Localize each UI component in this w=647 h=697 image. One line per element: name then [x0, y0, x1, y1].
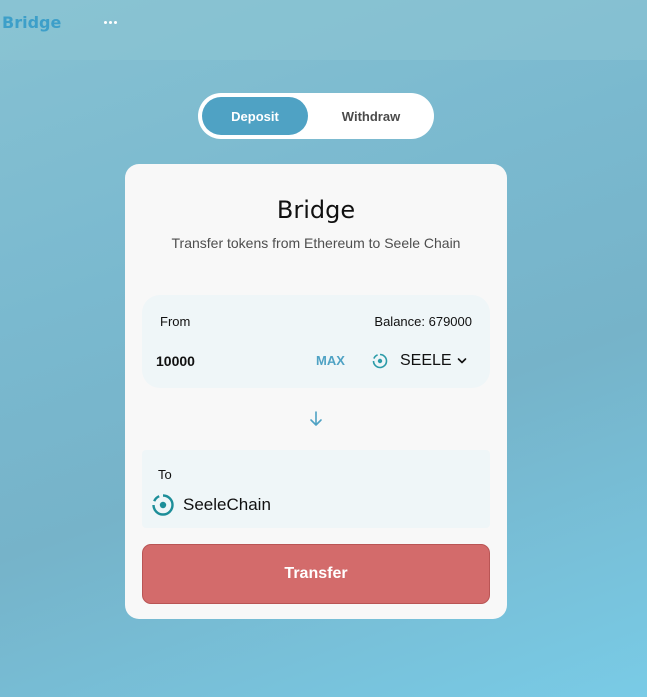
card-title: Bridge: [276, 196, 356, 224]
seele-logo-icon: [372, 353, 388, 369]
to-label: To: [158, 467, 172, 482]
bridge-card: Bridge Transfer tokens from Ethereum to …: [125, 164, 507, 619]
token-name: SEELE: [400, 352, 452, 369]
seelechain-logo-icon: [152, 494, 174, 516]
top-bar: Bridge: [0, 0, 647, 60]
from-panel: From Balance: 679000 MAX SEELE: [142, 295, 490, 388]
to-panel: To SeeleChain: [142, 450, 490, 528]
deposit-withdraw-toggle: Deposit Withdraw: [198, 93, 434, 139]
arrow-down-icon: [308, 410, 324, 428]
token-select[interactable]: SEELE: [372, 349, 467, 373]
tab-deposit[interactable]: Deposit: [202, 97, 308, 135]
balance-text: Balance: 679000: [374, 314, 472, 329]
tab-withdraw[interactable]: Withdraw: [314, 97, 428, 135]
chevron-down-icon: [457, 357, 467, 365]
max-button[interactable]: MAX: [316, 353, 345, 368]
destination-chain: SeeleChain: [151, 493, 271, 517]
transfer-button[interactable]: Transfer: [142, 544, 490, 604]
from-label: From: [160, 314, 191, 329]
app-brand[interactable]: Bridge: [2, 13, 61, 32]
chain-name: SeeleChain: [183, 495, 271, 514]
card-subtitle: Transfer tokens from Ethereum to Seele C…: [171, 235, 461, 251]
more-menu-button[interactable]: [101, 12, 119, 32]
more-horizontal-icon: [103, 20, 107, 24]
amount-input[interactable]: [156, 350, 296, 372]
